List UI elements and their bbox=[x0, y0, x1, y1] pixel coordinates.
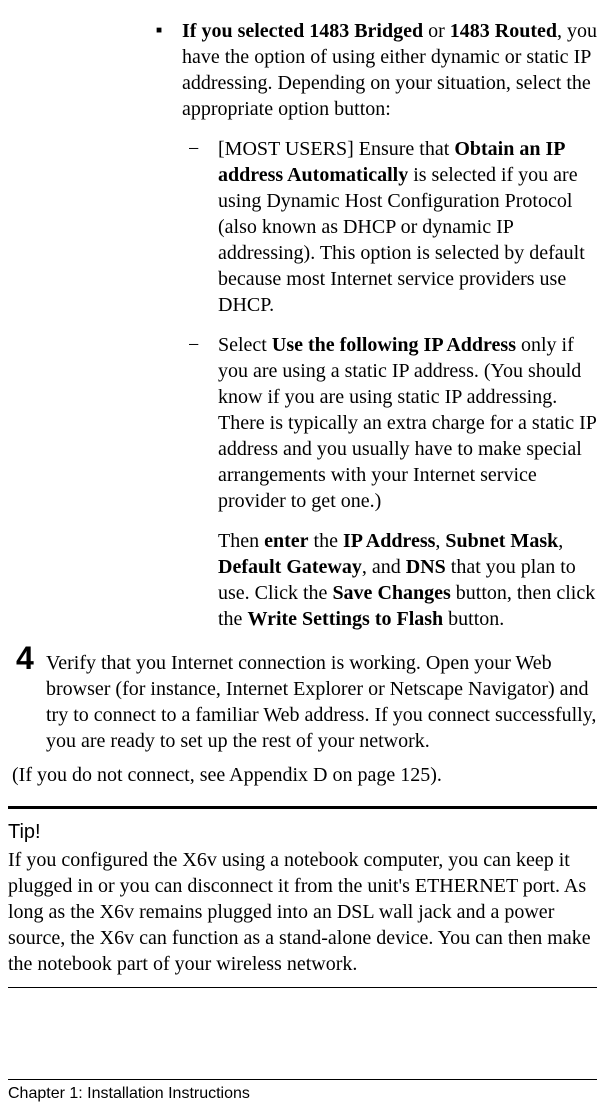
bold-text: Use the following IP Address bbox=[272, 334, 516, 356]
bullet-item: ■ If you selected 1483 Bridged or 1483 R… bbox=[156, 18, 597, 122]
step-4: 4 Verify that you Internet connection is… bbox=[16, 646, 597, 754]
bold-text: Save Changes bbox=[332, 582, 450, 604]
bold-text: enter bbox=[264, 530, 308, 552]
text: , and bbox=[362, 556, 406, 578]
text: or bbox=[423, 20, 450, 42]
dash-item: − [MOST USERS] Ensure that Obtain an IP … bbox=[188, 136, 597, 318]
text: Then bbox=[218, 530, 264, 552]
dash-item: − Select Use the following IP Address on… bbox=[188, 332, 597, 514]
tip-heading: Tip! bbox=[8, 819, 597, 845]
appendix-note: (If you do not connect, see Appendix D o… bbox=[12, 762, 597, 788]
bold-text: IP Address bbox=[343, 530, 435, 552]
bold-text: If you selected 1483 Bridged bbox=[182, 20, 423, 42]
text: button. bbox=[443, 608, 504, 630]
text: Select bbox=[218, 334, 272, 356]
bold-text: Subnet Mask bbox=[445, 530, 558, 552]
tip-top-rule bbox=[8, 806, 597, 809]
bold-text: 1483 Routed bbox=[450, 20, 557, 42]
square-bullet-icon: ■ bbox=[156, 18, 182, 122]
step-text: Verify that you Internet connection is w… bbox=[46, 646, 597, 754]
bold-text: Write Settings to Flash bbox=[247, 608, 443, 630]
bold-text: DNS bbox=[406, 556, 446, 578]
text: , bbox=[435, 530, 445, 552]
step-number: 4 bbox=[16, 642, 46, 754]
text: , bbox=[558, 530, 563, 552]
bold-text: Default Gateway bbox=[218, 556, 362, 578]
dash-icon: − bbox=[188, 332, 218, 514]
tip-bottom-rule bbox=[8, 987, 597, 988]
text: the bbox=[309, 530, 343, 552]
dash-text: Select Use the following IP Address only… bbox=[218, 332, 597, 514]
text: is selected if you are using Dynamic Hos… bbox=[218, 164, 585, 316]
chapter-label: Chapter 1: Installation Instructions bbox=[8, 1085, 250, 1102]
bullet-text: If you selected 1483 Bridged or 1483 Rou… bbox=[182, 18, 597, 122]
dash-icon: − bbox=[188, 136, 218, 318]
page-footer: Chapter 1: Installation Instructions bbox=[8, 1079, 597, 1105]
text: [MOST USERS] Ensure that bbox=[218, 138, 454, 160]
tip-body: If you configured the X6v using a notebo… bbox=[8, 847, 597, 977]
dash-text: [MOST USERS] Ensure that Obtain an IP ad… bbox=[218, 136, 597, 318]
text: only if you are using a static IP addres… bbox=[218, 334, 596, 512]
dash-continuation: Then enter the IP Address, Subnet Mask , … bbox=[218, 528, 597, 632]
